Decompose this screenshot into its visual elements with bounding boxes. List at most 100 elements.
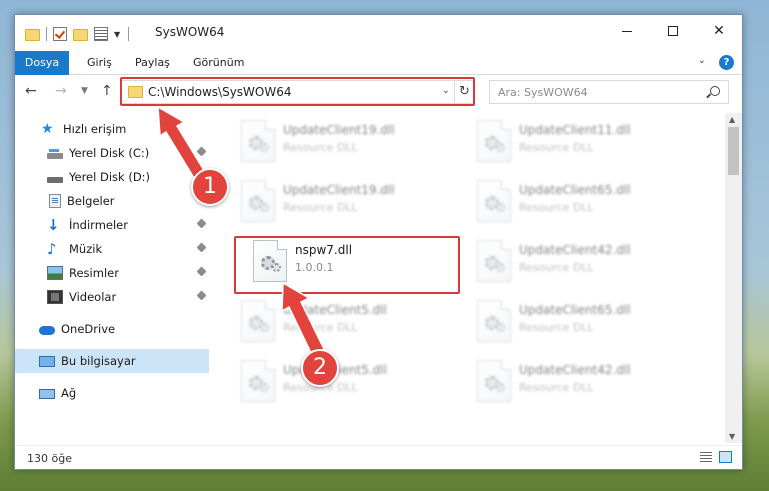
back-arrow-icon[interactable]: ← (25, 83, 37, 99)
title-bar: ▼ SysWOW64 ✕ (15, 15, 742, 51)
file-name: UpdateClient19.dll (283, 123, 395, 137)
pin-icon[interactable] (196, 242, 207, 253)
toolbar-divider (128, 27, 129, 41)
sidebar-item-label: Bu bilgisayar (61, 354, 136, 368)
sidebar-item-music[interactable]: ♪ Müzik (15, 237, 209, 261)
sidebar-item-label: Yerel Disk (C:) (69, 146, 150, 160)
item-count: 130 öğe (27, 452, 72, 465)
file-item[interactable]: UpdateClient11.dll Resource DLL (473, 115, 703, 173)
onedrive-icon (39, 326, 55, 335)
music-icon: ♪ (47, 240, 57, 258)
file-item[interactable]: UpdateClient65.dll Resource DLL (473, 175, 703, 233)
download-icon: ↓ (47, 216, 60, 234)
file-item[interactable]: UpdateClient5.dll Resource DLL (237, 295, 467, 353)
sidebar-item-label: OneDrive (61, 322, 116, 336)
this-pc-icon (39, 355, 55, 367)
sidebar-item-label: İndirmeler (69, 218, 128, 232)
sidebar-item-documents[interactable]: Belgeler (15, 189, 209, 213)
sidebar-item-label: Hızlı erişim (63, 122, 127, 136)
minimize-button[interactable] (604, 15, 650, 47)
recent-locations-chevron-icon[interactable]: ▼ (81, 86, 88, 96)
sidebar-item-label: Yerel Disk (D:) (69, 170, 151, 184)
details-view-icon[interactable] (700, 452, 712, 463)
drive-icon (47, 149, 63, 159)
scroll-down-icon[interactable]: ▼ (729, 432, 735, 441)
file-name: UpdateClient11.dll (519, 123, 631, 137)
file-item[interactable]: UpdateClient65.dll Resource DLL (473, 295, 703, 353)
file-description: Resource DLL (519, 141, 594, 154)
star-icon: ★ (41, 121, 54, 137)
sidebar-item-videos[interactable]: Videolar (15, 285, 209, 309)
properties-check-icon[interactable] (53, 27, 67, 41)
help-button[interactable]: ? (719, 55, 734, 70)
vertical-scrollbar[interactable]: ▲ ▼ (725, 113, 742, 443)
network-icon (39, 389, 55, 399)
dll-file-icon (241, 120, 275, 162)
window-title: SysWOW64 (155, 25, 225, 39)
tab-share[interactable]: Paylaş (135, 51, 170, 75)
file-description: Resource DLL (283, 321, 358, 334)
file-item[interactable]: UpdateClient5.dll Resource DLL (237, 355, 467, 413)
sidebar-item-local-disk-d[interactable]: Yerel Disk (D:) (15, 165, 209, 189)
file-description: Resource DLL (519, 201, 594, 214)
sidebar-item-label: Belgeler (67, 194, 115, 208)
file-description: Resource DLL (283, 141, 358, 154)
file-description: Resource DLL (519, 261, 594, 274)
dll-file-icon (477, 360, 511, 402)
toolbar-divider (46, 27, 47, 41)
file-name: UpdateClient19.dll (283, 183, 395, 197)
sidebar-item-local-disk-c[interactable]: Yerel Disk (C:) (15, 141, 209, 165)
navigation-pane: ★ Hızlı erişim Yerel Disk (C:) Yerel Dis… (15, 113, 211, 443)
sidebar-item-downloads[interactable]: ↓ İndirmeler (15, 213, 209, 237)
pictures-icon (47, 266, 63, 280)
file-item[interactable]: UpdateClient19.dll Resource DLL (237, 175, 467, 233)
callout-2: 2 (301, 349, 339, 387)
maximize-button[interactable] (650, 15, 696, 47)
pin-icon[interactable] (196, 290, 207, 301)
maximize-icon (668, 26, 678, 36)
search-box[interactable] (489, 80, 729, 104)
file-name: UpdateClient42.dll (519, 363, 631, 377)
scroll-up-icon[interactable]: ▲ (729, 115, 735, 124)
sidebar-item-pictures[interactable]: Resimler (15, 261, 209, 285)
file-name: UpdateClient65.dll (519, 303, 631, 317)
dll-file-icon (477, 180, 511, 222)
tab-view[interactable]: Görünüm (193, 51, 244, 75)
documents-icon (49, 194, 61, 208)
large-icons-view-icon[interactable] (719, 451, 732, 463)
up-arrow-icon[interactable]: ↑ (101, 83, 113, 99)
tab-file[interactable]: Dosya (15, 51, 69, 75)
forward-arrow-icon[interactable]: → (55, 83, 67, 99)
search-icon[interactable] (710, 86, 720, 96)
pin-icon[interactable] (196, 218, 207, 229)
dll-file-icon (477, 240, 511, 282)
tab-home[interactable]: Giriş (87, 51, 112, 75)
pin-icon[interactable] (196, 266, 207, 277)
sidebar-item-label: Müzik (69, 242, 103, 256)
scroll-thumb[interactable] (728, 127, 739, 175)
dll-file-icon (241, 300, 275, 342)
sidebar-item-network[interactable]: Ağ (15, 381, 209, 405)
status-bar: 130 öğe (15, 445, 742, 469)
quick-access-toolbar: ▼ (25, 25, 129, 43)
file-item[interactable]: UpdateClient42.dll Resource DLL (473, 235, 703, 293)
expand-ribbon-chevron-icon[interactable]: ⌄ (698, 55, 706, 66)
sidebar-item-label: Videolar (69, 290, 117, 304)
sidebar-item-this-pc[interactable]: Bu bilgisayar (15, 349, 209, 373)
file-description: Resource DLL (519, 321, 594, 334)
search-input[interactable] (490, 81, 700, 103)
sidebar-item-label: Ağ (61, 386, 77, 400)
customize-toolbar-chevron-icon[interactable]: ▼ (114, 30, 122, 39)
sidebar-item-quick-access[interactable]: ★ Hızlı erişim (15, 117, 209, 141)
new-folder-icon[interactable] (73, 29, 88, 41)
file-name: UpdateClient65.dll (519, 183, 631, 197)
pin-icon[interactable] (196, 146, 207, 157)
dll-file-icon (477, 300, 511, 342)
properties-icon[interactable] (94, 27, 108, 41)
file-highlight (234, 236, 460, 294)
close-button[interactable]: ✕ (696, 15, 742, 47)
sidebar-item-onedrive[interactable]: OneDrive (15, 317, 209, 341)
file-description: Resource DLL (519, 381, 594, 394)
file-item[interactable]: UpdateClient19.dll Resource DLL (237, 115, 467, 173)
file-item[interactable]: UpdateClient42.dll Resource DLL (473, 355, 703, 413)
